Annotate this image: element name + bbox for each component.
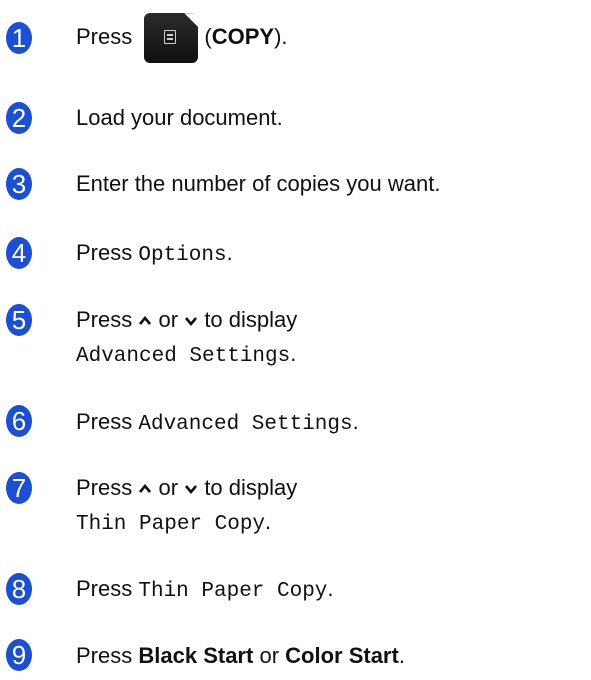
step-7-line-1: Press or to display: [76, 475, 297, 501]
press-word: Press: [76, 576, 133, 601]
period: .: [352, 409, 359, 434]
or-word: or: [158, 475, 179, 500]
to-display-text: to display: [204, 475, 298, 500]
options-code: Options: [138, 244, 227, 267]
step-number-badge: 8: [6, 573, 32, 605]
advanced-settings-code: Advanced Settings: [138, 413, 353, 436]
or-word: or: [158, 307, 179, 332]
chevron-up-icon: [139, 316, 152, 326]
black-start-label: Black Start: [138, 643, 254, 668]
press-word: Press: [76, 307, 133, 332]
step-number-badge: 4: [6, 237, 32, 269]
step-5-line-1: Press or to display: [76, 307, 297, 333]
step-number-badge: 2: [6, 102, 32, 134]
press-word: Press: [76, 409, 133, 434]
step-5-line-2: Advanced Settings.: [76, 341, 296, 368]
chevron-down-icon: [185, 485, 198, 495]
color-start-label: Color Start: [285, 643, 399, 668]
step-number-badge: 6: [6, 405, 32, 437]
thin-paper-copy-code: Thin Paper Copy: [76, 513, 266, 536]
press-word: Press: [76, 475, 133, 500]
press-word: Press: [76, 24, 133, 49]
step-number-badge: 3: [6, 168, 32, 200]
step-number-badge: 9: [6, 639, 32, 671]
step-number-badge: 7: [6, 472, 32, 504]
step-9-text: Press Black Start or Color Start.: [76, 643, 405, 669]
step-number-badge: 1: [6, 22, 32, 54]
period: .: [327, 576, 334, 601]
to-display-text: to display: [204, 307, 298, 332]
copy-icon: [164, 30, 177, 45]
step-8-text: Press Thin Paper Copy.: [76, 576, 334, 603]
chevron-down-icon: [185, 317, 198, 327]
step-2-text: Load your document.: [76, 105, 283, 130]
paren-close: ).: [274, 24, 288, 49]
press-word: Press: [76, 240, 133, 265]
step-3-text: Enter the number of copies you want.: [76, 171, 441, 196]
paren-open: (: [204, 24, 212, 49]
press-word: Press: [76, 643, 133, 668]
advanced-settings-code: Advanced Settings: [76, 345, 291, 368]
period: .: [226, 240, 233, 265]
thin-paper-copy-code: Thin Paper Copy: [138, 580, 328, 603]
chevron-up-icon: [139, 484, 152, 494]
period: .: [398, 643, 405, 668]
copy-label: COPY: [211, 24, 275, 49]
or-word: or: [259, 643, 280, 668]
step-6-text: Press Advanced Settings.: [76, 409, 359, 436]
period: .: [265, 509, 272, 534]
step-number-badge: 5: [6, 304, 32, 336]
step-1-text: Press (COPY).: [76, 12, 288, 64]
copy-button: [144, 13, 199, 64]
period: .: [290, 341, 297, 366]
step-4-text: Press Options.: [76, 240, 233, 267]
step-7-line-2: Thin Paper Copy.: [76, 509, 271, 536]
